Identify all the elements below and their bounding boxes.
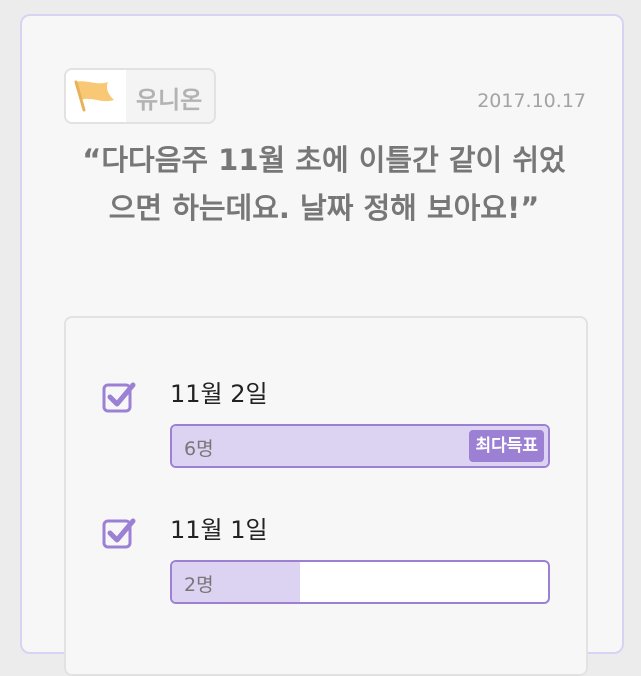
poll-vote-count: 6명	[184, 438, 214, 460]
top-vote-badge: 최다득표	[469, 430, 544, 462]
post-question: “다다음주 11월 초에 이틀간 같이 쉬었으면 하는데요. 날짜 정해 보아요…	[82, 143, 566, 225]
post-date: 2017.10.17	[477, 90, 586, 112]
poll-result-bar: 6명 최다득표	[170, 424, 550, 468]
checkbox-checked-icon[interactable]	[102, 380, 136, 414]
flag-icon	[66, 70, 126, 122]
team-tag[interactable]: 유니온	[64, 68, 216, 124]
poll-option-label: 11월 2일	[170, 380, 268, 408]
post-card: 유니온 2017.10.17 “다다음주 11월 초에 이틀간 같이 쉬었으면 …	[20, 14, 624, 676]
poll-option-label: 11월 1일	[170, 516, 268, 544]
poll-vote-count: 2명	[184, 574, 214, 596]
poll-result-bar: 2명	[170, 560, 550, 604]
checkbox-checked-icon[interactable]	[102, 516, 136, 550]
team-name: 유니온	[136, 86, 203, 114]
poll: 11월 2일 6명 최다득표 11월 1일 2명	[64, 316, 588, 676]
